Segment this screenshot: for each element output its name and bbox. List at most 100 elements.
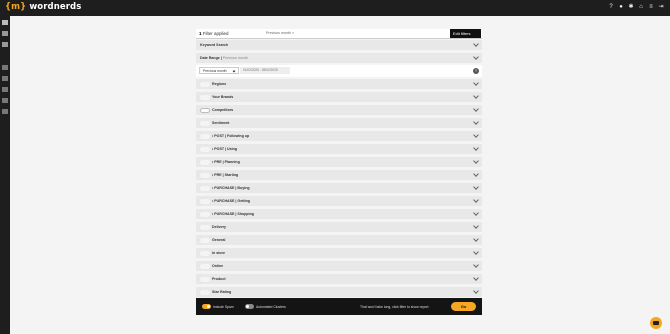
section-toggle[interactable] — [200, 250, 210, 256]
upload-icon[interactable] — [2, 98, 8, 103]
section-label: Online — [212, 264, 224, 268]
include-spam-toggle[interactable] — [202, 304, 211, 309]
filter-section-row[interactable]: • PURCHASE | Shopping — [196, 209, 482, 219]
settings-icon[interactable]: ✱ — [628, 4, 634, 10]
section-toggle[interactable] — [200, 224, 210, 230]
chevron-down-icon — [473, 145, 479, 151]
section-toggle[interactable] — [200, 107, 210, 113]
section-toggle[interactable] — [200, 289, 210, 295]
help-icon[interactable]: ? — [608, 4, 614, 10]
section-toggle[interactable] — [200, 94, 210, 100]
chevron-down-icon — [473, 54, 479, 60]
chevron-down-icon — [473, 158, 479, 164]
filter-panel: 1 Filter applied Previous month × Edit f… — [196, 29, 482, 315]
filter-footer: Include Spam Automated Clusters That won… — [196, 298, 482, 315]
header-icons: ? ● ✱ ⌂ ≡ ⇥ — [608, 4, 664, 10]
chevron-down-icon — [473, 236, 479, 242]
filter-chip[interactable]: Previous month × — [266, 31, 294, 35]
section-label: • POST | Using — [212, 147, 238, 151]
grid-icon[interactable] — [2, 31, 8, 36]
filter-section-row[interactable]: • PRE | Planning — [196, 157, 482, 167]
section-label: General — [212, 238, 226, 242]
pin-icon[interactable] — [2, 109, 8, 114]
filter-section-row[interactable]: • POST | Using — [196, 144, 482, 154]
automated-clusters-toggle[interactable] — [245, 304, 254, 309]
filter-section-row[interactable]: In store — [196, 248, 482, 258]
list-icon[interactable]: ≡ — [648, 4, 654, 10]
filter-section-row[interactable]: Your Brands — [196, 92, 482, 102]
filter-section-row[interactable]: Delivery — [196, 222, 482, 232]
swap-icon[interactable] — [2, 65, 8, 70]
chevron-down-icon — [473, 223, 479, 229]
section-label: Product — [212, 277, 226, 281]
chevron-down-icon — [473, 119, 479, 125]
filter-section-row[interactable]: Online — [196, 261, 482, 271]
filter-section-row[interactable]: Sentiment — [196, 118, 482, 128]
filter-section-row[interactable]: Product — [196, 274, 482, 284]
chevron-down-icon — [473, 80, 479, 86]
app-logo[interactable]: {m} wordnerds — [5, 2, 81, 12]
section-label: • POST | Following up — [212, 134, 250, 138]
section-toggle[interactable] — [200, 81, 210, 87]
chat-help-icon[interactable] — [650, 317, 662, 329]
section-label: Sentiment — [212, 121, 230, 125]
chevron-down-icon — [473, 288, 479, 294]
footer-message: That won't take long, click filter to sh… — [360, 304, 430, 309]
keyword-search-label: Keyword Search — [200, 43, 229, 47]
section-label: • PRE | Planning — [212, 160, 240, 164]
chat-icon[interactable] — [2, 20, 8, 25]
section-label: Your Brands — [212, 95, 234, 99]
filter-section-row[interactable]: • PURCHASE | Buying — [196, 183, 482, 193]
go-button[interactable]: Go — [451, 301, 476, 311]
bell-icon[interactable]: ● — [618, 4, 624, 10]
section-toggle[interactable] — [200, 133, 210, 139]
include-spam-label: Include Spam — [213, 304, 234, 309]
section-toggle[interactable] — [200, 237, 210, 243]
edit-filters-button[interactable]: Edit filters — [450, 29, 481, 38]
section-label: Star Rating — [212, 290, 232, 294]
chevron-down-icon — [473, 197, 479, 203]
alarm-icon[interactable] — [2, 76, 8, 81]
automated-clusters-label: Automated Clusters — [256, 304, 286, 309]
filter-section-row[interactable]: • PRE | Starting — [196, 170, 482, 180]
section-toggle[interactable] — [200, 211, 210, 217]
logout-icon[interactable]: ⇥ — [658, 4, 664, 10]
section-label: • PURCHASE | Getting — [212, 199, 251, 203]
date-range-row[interactable]: Date Range | Previous month — [196, 53, 482, 63]
section-label: Competitors — [212, 108, 234, 112]
filter-section-row[interactable]: Regions — [196, 79, 482, 89]
section-label: Delivery — [212, 225, 226, 229]
section-toggle[interactable] — [200, 198, 210, 204]
chevron-down-icon — [473, 184, 479, 190]
filter-section-row[interactable]: Competitors — [196, 105, 482, 115]
section-label: • PRE | Starting — [212, 173, 239, 177]
section-label: • PURCHASE | Buying — [212, 186, 250, 190]
keyword-search-row[interactable]: Keyword Search — [196, 40, 482, 50]
section-toggle[interactable] — [200, 276, 210, 282]
message-icon[interactable] — [2, 87, 8, 92]
chevron-down-icon — [473, 41, 479, 47]
section-toggle[interactable] — [200, 120, 210, 126]
section-toggle[interactable] — [200, 146, 210, 152]
section-toggle[interactable] — [200, 159, 210, 165]
date-range-field[interactable]: 01/02/2025 - 28/02/2025 — [240, 67, 290, 74]
date-preset-select[interactable]: Previous month — [199, 67, 239, 74]
filter-section-row[interactable]: General — [196, 235, 482, 245]
section-toggle[interactable] — [200, 185, 210, 191]
logo-brace: {m} — [5, 2, 27, 12]
chevron-down-icon — [473, 210, 479, 216]
section-label: In store — [212, 251, 225, 255]
chevron-down-icon — [473, 275, 479, 281]
top-bar: {m} wordnerds ? ● ✱ ⌂ ≡ ⇥ — [0, 0, 670, 16]
section-toggle[interactable] — [200, 172, 210, 178]
home-icon[interactable]: ⌂ — [638, 4, 644, 10]
filter-section-row[interactable]: Star Rating — [196, 287, 482, 297]
section-toggle[interactable] — [200, 263, 210, 269]
chevron-down-icon — [473, 93, 479, 99]
info-icon[interactable]: ? — [473, 67, 479, 74]
filter-section-row[interactable]: • PURCHASE | Getting — [196, 196, 482, 206]
filter-section-row[interactable]: • POST | Following up — [196, 131, 482, 141]
left-rail — [0, 16, 10, 334]
grid-alt-icon[interactable] — [2, 42, 8, 47]
date-range-controls: Previous month 01/02/2025 - 28/02/2025 ? — [196, 65, 482, 77]
